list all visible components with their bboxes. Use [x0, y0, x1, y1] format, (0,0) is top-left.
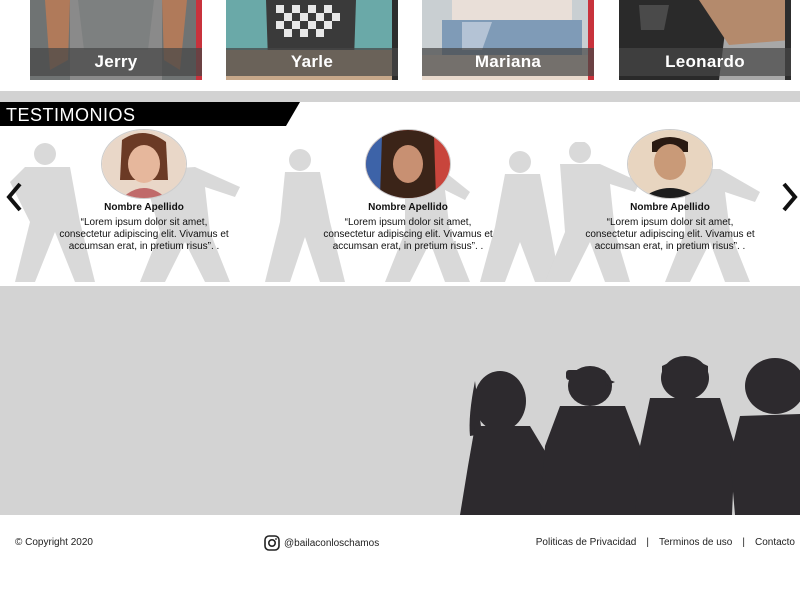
chevron-right-icon[interactable] — [780, 180, 800, 214]
avatar — [102, 130, 186, 198]
testimonial-card: Nombre Apellido “Lorem ipsum dolor sit a… — [308, 130, 508, 253]
copyright-text: © Copyright 2020 — [15, 537, 93, 548]
hero-banner — [0, 286, 800, 515]
testimonial-author: Nombre Apellido — [630, 202, 710, 213]
avatar — [366, 130, 450, 198]
chevron-left-icon[interactable] — [4, 180, 24, 214]
instagram-link[interactable]: @bailaconloschamos — [264, 535, 379, 551]
testimonial-quote: “Lorem ipsum dolor sit amet, consectetur… — [585, 217, 755, 252]
testimonial-card: Nombre Apellido “Lorem ipsum dolor sit a… — [44, 130, 244, 253]
avatar — [628, 130, 712, 198]
instructors-strip: Jerry Yarle Mariana Leonardo — [0, 0, 800, 90]
terms-of-use-link[interactable]: Terminos de uso — [659, 537, 732, 548]
name-bar: Leonardo — [619, 48, 791, 76]
testimonial-author: Nombre Apellido — [368, 202, 448, 213]
name-bar: Mariana — [422, 48, 594, 76]
instagram-handle: @bailaconloschamos — [284, 537, 380, 549]
section-title: TESTIMONIOS — [6, 105, 136, 125]
section-divider — [0, 91, 800, 102]
instructor-name: Mariana — [474, 52, 542, 71]
testimonial-card: Nombre Apellido “Lorem ipsum dolor sit a… — [570, 130, 770, 253]
testimonial-quote: “Lorem ipsum dolor sit amet, consectetur… — [323, 217, 493, 252]
name-bar: Jerry — [30, 48, 202, 76]
testimonial-author: Nombre Apellido — [104, 202, 184, 213]
instructor-card-mariana[interactable]: Mariana — [422, 0, 594, 80]
testimonial-quote: “Lorem ipsum dolor sit amet, consectetur… — [59, 217, 229, 252]
instructor-card-yarle[interactable]: Yarle — [226, 0, 398, 80]
instructor-card-leonardo[interactable]: Leonardo — [619, 0, 791, 80]
instructor-card-jerry[interactable]: Jerry — [30, 0, 202, 80]
instagram-icon — [264, 535, 280, 551]
link-separator: | — [742, 537, 745, 548]
testimonials-section: TESTIMONIOS Nombre Apellido “Lorem ipsum… — [0, 102, 800, 286]
instructor-name: Leonardo — [665, 52, 745, 71]
instructor-name: Yarle — [290, 52, 334, 71]
instructor-name: Jerry — [94, 52, 138, 71]
privacy-policy-link[interactable]: Politicas de Privacidad — [536, 537, 637, 548]
footer: © Copyright 2020 @bailaconloschamos Poli… — [0, 515, 800, 600]
dancers-silhouette-image — [460, 356, 800, 515]
name-bar: Yarle — [226, 48, 398, 76]
footer-links: Politicas de Privacidad | Terminos de us… — [536, 537, 795, 548]
link-separator: | — [646, 537, 649, 548]
contact-link[interactable]: Contacto — [755, 537, 795, 548]
